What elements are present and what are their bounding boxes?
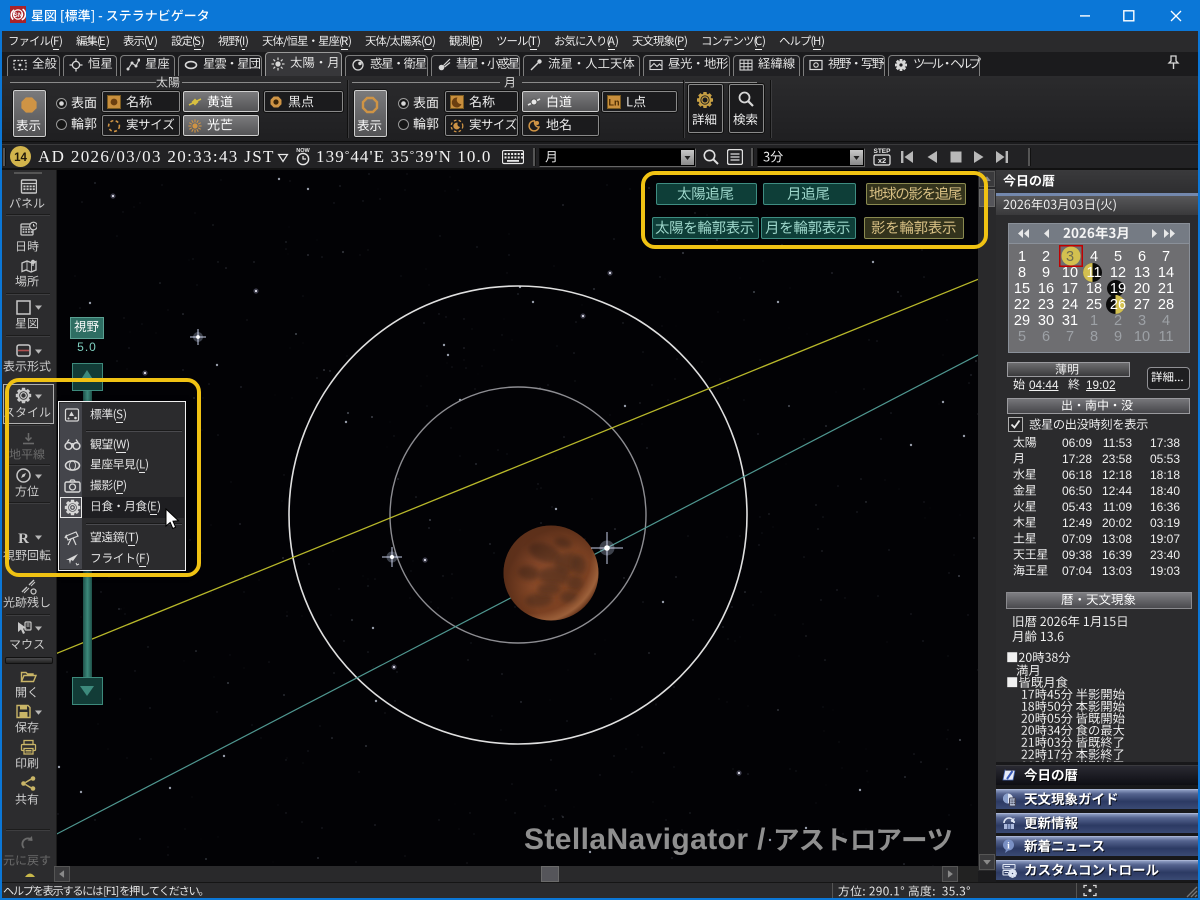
svg-text:Ln: Ln [609,97,620,107]
svg-text:SN: SN [13,12,22,19]
svg-text:x2: x2 [878,156,886,165]
svg-text:14: 14 [14,152,27,164]
svg-text:STEP: STEP [874,148,892,155]
